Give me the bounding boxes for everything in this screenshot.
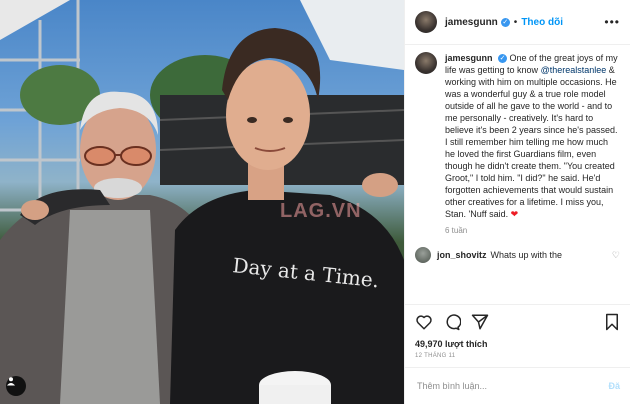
comment-item: jon_shovitz Whats up with the ♡ — [415, 247, 620, 263]
share-icon[interactable] — [471, 313, 489, 331]
heart-icon[interactable] — [415, 313, 433, 331]
header-username[interactable]: jamesgunn — [445, 17, 498, 28]
caption-username[interactable]: jamesgunn — [445, 53, 493, 63]
mention-link[interactable]: @therealstanlee — [541, 65, 607, 75]
caption-time[interactable]: 6 tuần — [445, 226, 620, 235]
caption: jamesgunn ✓ One of the great joys of my … — [415, 52, 620, 220]
post-sidebar: jamesgunn ✓ • Theo dõi ••• jamesgunn ✓ O… — [404, 0, 630, 404]
watermark: LAG.VN — [280, 200, 362, 222]
caption-part2: & working with him on multiple occasions… — [445, 65, 618, 219]
comment-like-icon[interactable]: ♡ — [612, 250, 620, 261]
comment-avatar[interactable] — [415, 247, 431, 263]
post-date[interactable]: 12 THÁNG 11 — [415, 353, 620, 359]
likes-count[interactable]: 49,970 lượt thích — [415, 339, 620, 349]
post-photo[interactable]: Day at a Time. LAG.VN — [0, 0, 404, 404]
avatar[interactable] — [415, 11, 437, 33]
separator-dot: • — [513, 16, 518, 28]
user-icon — [7, 377, 15, 386]
comment-icon[interactable] — [443, 313, 461, 331]
heart-emoji: ❤ — [510, 209, 519, 219]
post-comment-button[interactable]: Đă — [608, 381, 620, 391]
post-header: jamesgunn ✓ • Theo dõi ••• — [405, 0, 630, 45]
comments-area[interactable]: jamesgunn ✓ One of the great joys of my … — [405, 52, 630, 302]
verified-icon: ✓ — [500, 17, 510, 27]
more-horizontal-icon[interactable]: ••• — [604, 15, 620, 29]
comment-username[interactable]: jon_shovitz — [437, 250, 487, 260]
instagram-post: Day at a Time. LAG.VN jamesgunn ✓ • Theo… — [0, 0, 630, 404]
action-bar: 49,970 lượt thích 12 THÁNG 11 — [405, 304, 630, 359]
caption-avatar[interactable] — [415, 52, 437, 74]
comment-input[interactable] — [415, 380, 609, 392]
verified-icon: ✓ — [498, 54, 508, 63]
bookmark-icon[interactable] — [604, 313, 620, 331]
comment-composer: Đă — [405, 367, 630, 404]
tag-people-button[interactable] — [6, 376, 26, 396]
action-icons — [415, 311, 620, 333]
caption-text: jamesgunn ✓ One of the great joys of my … — [445, 52, 620, 220]
follow-button[interactable]: Theo dõi — [521, 17, 563, 28]
comment-text: Whats up with the — [490, 250, 563, 260]
